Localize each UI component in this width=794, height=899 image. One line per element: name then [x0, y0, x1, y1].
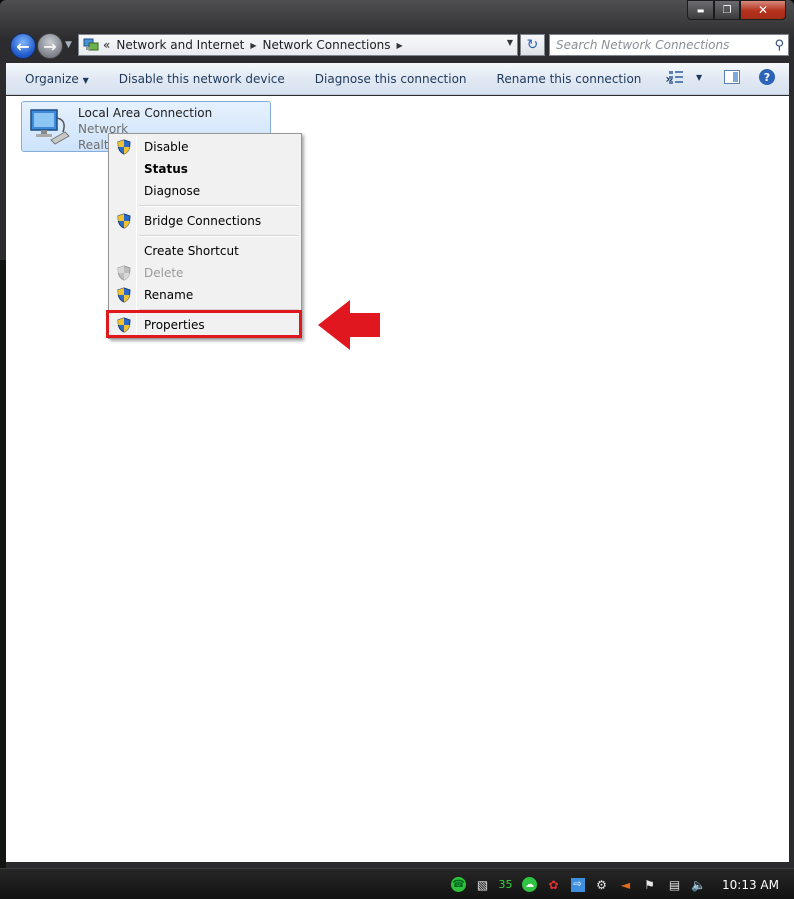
navigation-bar: ← → ▼ « Network and Internet ▶ Network C… — [6, 30, 792, 60]
refresh-icon: ↻ — [526, 37, 539, 53]
rename-button[interactable]: Rename this connection — [482, 72, 657, 86]
command-bar: Organize ▼ Disable this network device D… — [6, 63, 789, 95]
context-menu: Disable Status Diagnose Bridge Connectio… — [108, 133, 302, 339]
caption-buttons: ▬ ❐ ✕ — [687, 0, 786, 20]
connection-name: Local Area Connection — [78, 106, 213, 120]
close-button[interactable]: ✕ — [740, 0, 786, 20]
diagnose-button[interactable]: Diagnose this connection — [300, 72, 482, 86]
organize-label: Organize — [25, 71, 79, 86]
explorer-window: ▬ ❐ ✕ ← → ▼ « Network and Internet ▶ Net… — [0, 0, 794, 868]
refresh-button[interactable]: ↻ — [520, 34, 545, 56]
menu-item-status[interactable]: Status — [111, 158, 299, 180]
network-adapter-icon — [30, 109, 70, 145]
preview-pane-button[interactable] — [724, 70, 740, 84]
cloud-icon[interactable]: ☁ — [521, 876, 538, 893]
menu-item-diagnose[interactable]: Diagnose — [111, 180, 299, 202]
disable-device-button[interactable]: Disable this network device — [104, 72, 300, 86]
breadcrumb-separator-icon[interactable]: ▶ — [397, 41, 403, 50]
menu-separator — [139, 205, 299, 207]
chevron-down-icon: ▼ — [82, 75, 89, 85]
forward-button[interactable]: → — [37, 33, 63, 59]
red-arrow-annotation-icon — [318, 300, 380, 350]
recent-pages-dropdown-icon[interactable]: ▼ — [65, 40, 72, 50]
uac-shield-icon — [117, 287, 131, 303]
steam-icon[interactable]: ⚙ — [593, 876, 610, 893]
address-dropdown-icon[interactable]: ▼ — [507, 38, 513, 47]
tray-counter[interactable]: 35 — [497, 876, 514, 893]
address-bar[interactable]: « Network and Internet ▶ Network Connect… — [78, 34, 518, 56]
volume-icon[interactable]: 🔈 — [690, 876, 707, 893]
drive-icon[interactable]: ▧ — [474, 876, 491, 893]
menu-item-rename[interactable]: Rename — [111, 284, 299, 306]
uac-shield-icon — [117, 139, 131, 155]
menu-item-label: Status — [144, 162, 188, 176]
help-icon: ? — [759, 69, 775, 85]
properties-highlight-box — [106, 310, 302, 338]
menu-item-label: Delete — [144, 266, 184, 280]
preview-pane-icon — [724, 70, 740, 84]
search-box: ⚲ — [549, 34, 789, 56]
network-folder-icon — [83, 38, 99, 51]
address-overflow[interactable]: « — [103, 38, 110, 52]
menu-item-create-shortcut[interactable]: Create Shortcut — [111, 240, 299, 262]
network-tray-icon[interactable]: ▤ — [666, 876, 683, 893]
uac-shield-icon — [117, 213, 131, 229]
breadcrumb-network-and-internet[interactable]: Network and Internet — [116, 38, 244, 52]
menu-item-disable[interactable]: Disable — [111, 136, 299, 158]
speaker-muted-icon[interactable]: ◄ — [617, 876, 634, 893]
minimize-button[interactable]: ▬ — [687, 0, 714, 20]
action-center-flag-icon[interactable]: ⚑ — [641, 876, 658, 893]
menu-item-label: Diagnose — [144, 184, 201, 198]
organize-button[interactable]: Organize ▼ — [6, 72, 104, 86]
search-input[interactable] — [556, 38, 766, 52]
phone-icon[interactable]: ☎ — [450, 876, 467, 893]
uac-shield-disabled-icon — [117, 265, 131, 281]
menu-separator — [139, 235, 299, 237]
menu-item-bridge-connections[interactable]: Bridge Connections — [111, 210, 299, 232]
forward-arrow-icon: → — [43, 36, 57, 56]
back-button[interactable]: ← — [10, 33, 36, 59]
menu-item-label: Create Shortcut — [144, 244, 239, 258]
change-view-button[interactable]: ▼ — [668, 70, 702, 84]
breadcrumb-network-connections[interactable]: Network Connections — [262, 38, 390, 52]
transfer-icon[interactable]: ⇨ — [569, 876, 586, 893]
menu-item-label: Rename — [144, 288, 194, 302]
back-arrow-icon: ← — [16, 36, 30, 56]
taskbar: ☎ ▧ 35 ☁ ✿ ⇨ ⚙ ◄ ⚑ ▤ 🔈 10:13 AM — [0, 868, 794, 899]
menu-item-label: Disable — [144, 140, 189, 154]
menu-item-delete: Delete — [111, 262, 299, 284]
view-options-icon — [669, 71, 683, 84]
view-dropdown-icon[interactable]: ▼ — [696, 73, 702, 82]
menu-item-label: Bridge Connections — [144, 214, 262, 228]
desktop-edge — [0, 260, 6, 868]
fan-icon[interactable]: ✿ — [545, 876, 562, 893]
help-button[interactable]: ? — [759, 69, 775, 85]
breadcrumb-separator-icon[interactable]: ▶ — [250, 41, 256, 50]
clock[interactable]: 10:13 AM — [722, 878, 779, 892]
search-icon[interactable]: ⚲ — [774, 38, 784, 53]
maximize-button[interactable]: ❐ — [714, 0, 740, 20]
